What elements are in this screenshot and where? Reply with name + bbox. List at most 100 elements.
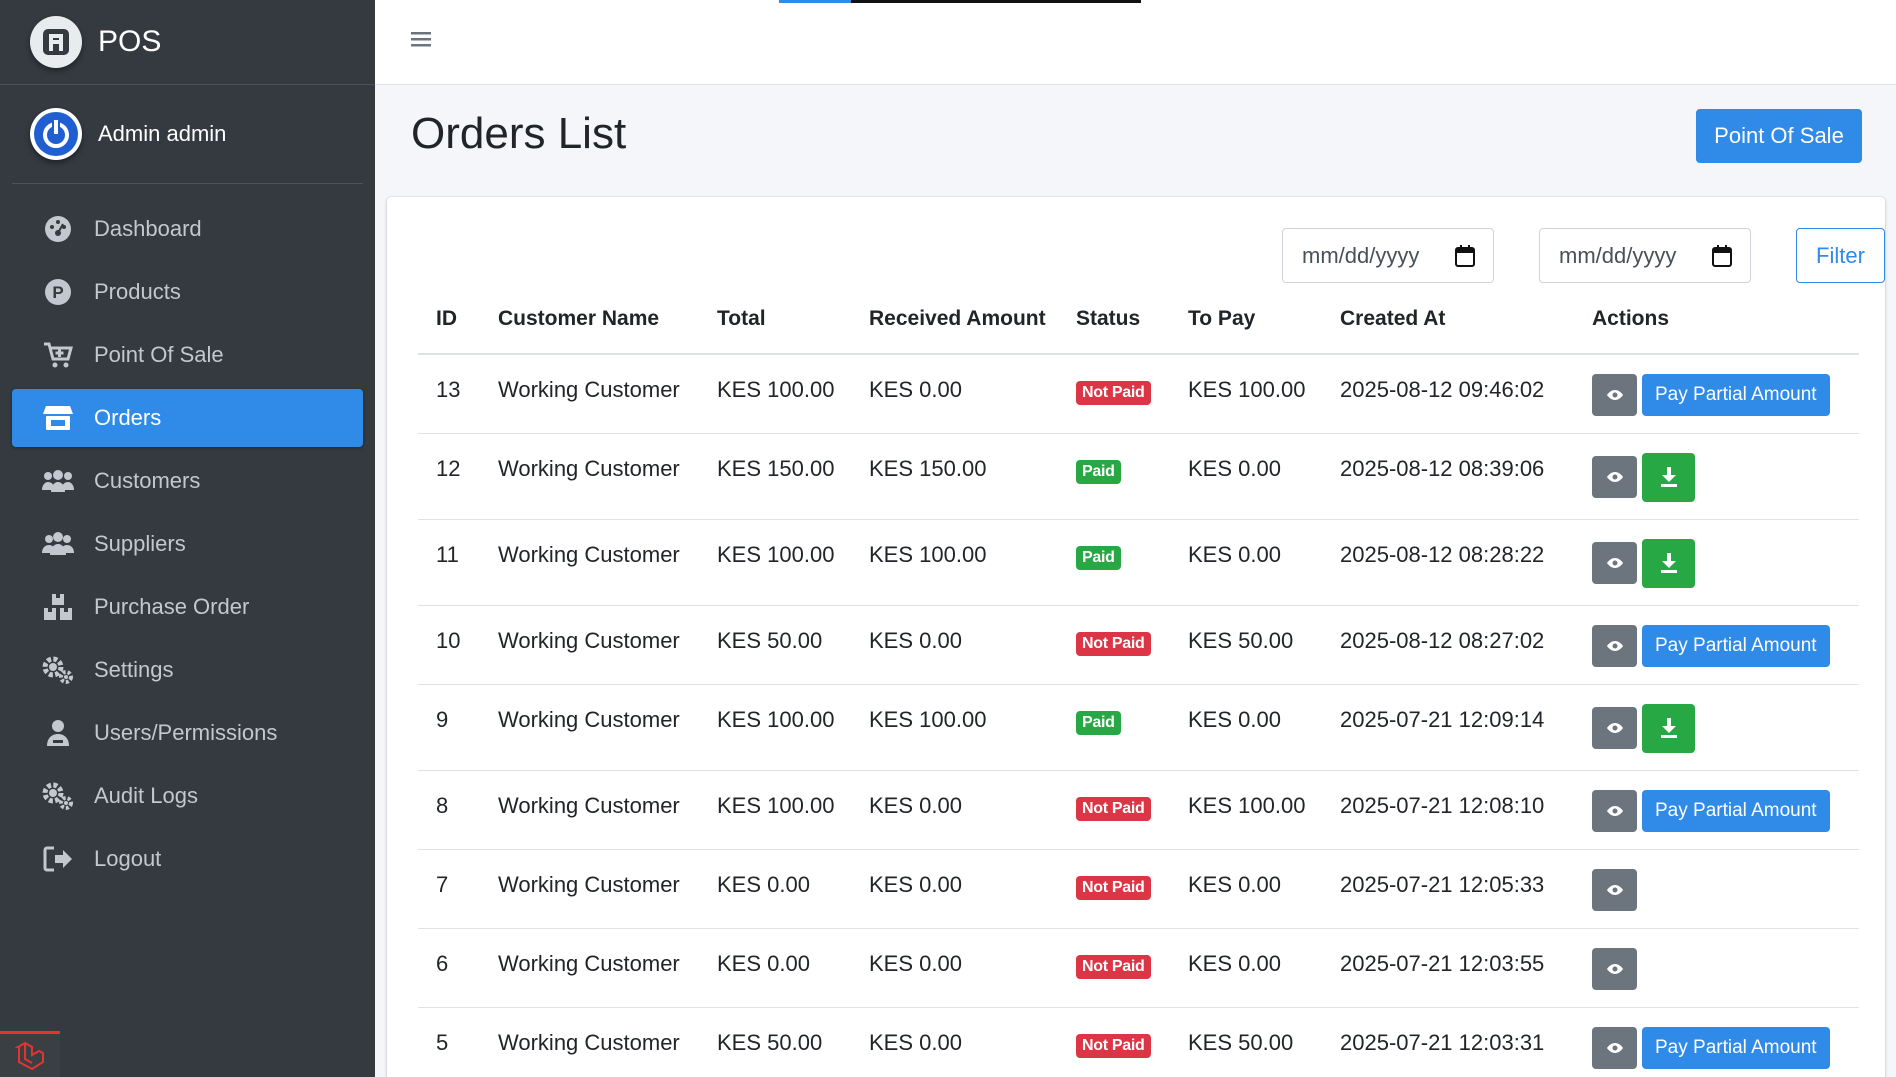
brand-text: POS	[98, 25, 162, 58]
sidebar-item-orders[interactable]: Orders	[12, 389, 363, 447]
row-actions	[1592, 703, 1859, 753]
point-of-sale-button[interactable]: Point Of Sale	[1696, 109, 1862, 163]
cell-received-amount: KES 100.00	[851, 684, 1058, 771]
calendar-icon[interactable]	[1455, 245, 1475, 273]
table-row: 8 Working Customer KES 100.00 KES 0.00 Not P…	[418, 770, 1859, 850]
row-actions	[1592, 868, 1859, 911]
cell-customer-name: Working Customer	[480, 770, 699, 850]
pay-partial-amount-button[interactable]: Pay Partial Amount	[1642, 789, 1830, 832]
cell-to-pay: KES 0.00	[1170, 519, 1322, 606]
sidebar-item-logout[interactable]: Logout	[12, 830, 363, 888]
cell-status: Not Paid	[1058, 849, 1170, 929]
laravel-logo-icon[interactable]	[0, 1031, 60, 1077]
user-panel[interactable]: Admin admin	[12, 85, 363, 184]
cell-id: 7	[418, 849, 480, 929]
pay-partial-amount-button[interactable]: Pay Partial Amount	[1642, 624, 1830, 667]
row-actions	[1592, 947, 1859, 990]
cell-id: 12	[418, 433, 480, 520]
top-navbar	[375, 0, 1896, 85]
sidebar-item-label: Users/Permissions	[94, 720, 278, 745]
sidebar-item-products[interactable]: P Products	[12, 263, 363, 321]
column-header-customer-name: Customer Name	[480, 285, 699, 355]
cell-created-at: 2025-07-21 12:08:10	[1322, 770, 1574, 850]
cell-id: 13	[418, 354, 480, 434]
cell-total: KES 100.00	[699, 770, 851, 850]
menu-toggle-icon[interactable]	[410, 28, 440, 56]
view-order-icon[interactable]	[1592, 456, 1637, 498]
column-header-actions: Actions	[1574, 285, 1859, 355]
table-row: 12 Working Customer KES 150.00 KES 150.00 Pa…	[418, 433, 1859, 520]
row-actions	[1592, 538, 1859, 588]
view-order-icon[interactable]	[1592, 624, 1637, 667]
view-order-icon[interactable]	[1592, 707, 1637, 749]
column-header-status: Status	[1058, 285, 1170, 355]
download-receipt-icon[interactable]	[1642, 452, 1695, 502]
view-order-icon[interactable]	[1592, 789, 1637, 832]
end-date-input[interactable]: mm/dd/yyyy	[1539, 228, 1751, 283]
power-avatar-icon	[30, 108, 82, 160]
download-receipt-icon[interactable]	[1642, 538, 1695, 588]
pay-partial-amount-button[interactable]: Pay Partial Amount	[1642, 1026, 1830, 1069]
cell-actions	[1574, 433, 1859, 520]
pay-partial-amount-button[interactable]: Pay Partial Amount	[1642, 374, 1830, 416]
calendar-icon[interactable]	[1712, 245, 1732, 273]
status-badge: Not Paid	[1076, 796, 1151, 821]
cell-id: 9	[418, 684, 480, 771]
cell-to-pay: KES 100.00	[1170, 354, 1322, 434]
row-actions: Pay Partial Amount	[1592, 374, 1859, 416]
cell-status: Not Paid	[1058, 928, 1170, 1008]
cell-actions: Pay Partial Amount	[1574, 354, 1859, 434]
cell-total: KES 0.00	[699, 849, 851, 929]
sidebar-item-label: Purchase Order	[94, 594, 250, 619]
status-badge: Paid	[1076, 710, 1121, 735]
end-date-placeholder: mm/dd/yyyy	[1559, 242, 1677, 268]
cell-to-pay: KES 50.00	[1170, 1007, 1322, 1077]
cell-created-at: 2025-08-12 08:28:22	[1322, 519, 1574, 606]
sidebar-item-suppliers[interactable]: Suppliers	[12, 515, 363, 573]
cell-to-pay: KES 50.00	[1170, 605, 1322, 685]
status-badge: Not Paid	[1076, 381, 1151, 405]
table-row: 10 Working Customer KES 50.00 KES 0.00 Not P…	[418, 605, 1859, 685]
sidebar-item-settings[interactable]: Settings	[12, 641, 363, 699]
cell-created-at: 2025-08-12 09:46:02	[1322, 354, 1574, 434]
view-order-icon[interactable]	[1592, 542, 1637, 584]
view-order-icon[interactable]	[1592, 868, 1637, 911]
sidebar-item-dashboard[interactable]: Dashboard	[12, 200, 363, 258]
cell-actions: Pay Partial Amount	[1574, 770, 1859, 850]
start-date-input[interactable]: mm/dd/yyyy	[1282, 228, 1494, 283]
cell-to-pay: KES 0.00	[1170, 849, 1322, 929]
cell-received-amount: KES 0.00	[851, 354, 1058, 434]
sidebar-item-point-of-sale[interactable]: Point Of Sale	[12, 326, 363, 384]
cell-total: KES 100.00	[699, 354, 851, 434]
cell-received-amount: KES 0.00	[851, 770, 1058, 850]
cell-received-amount: KES 0.00	[851, 1007, 1058, 1077]
cell-received-amount: KES 0.00	[851, 605, 1058, 685]
svg-text:P: P	[52, 283, 63, 302]
cart-icon	[42, 339, 74, 371]
orders-table-body: 13 Working Customer KES 100.00 KES 0.00 Not …	[418, 354, 1859, 1077]
sidebar-nav: Dashboard P Products Point Of Sale Order…	[0, 184, 375, 888]
view-order-icon[interactable]	[1592, 947, 1637, 990]
cell-total: KES 0.00	[699, 928, 851, 1008]
sidebar-item-customers[interactable]: Customers	[12, 452, 363, 510]
filter-button[interactable]: Filter	[1796, 228, 1885, 283]
sidebar-item-users-permissions[interactable]: Users/Permissions	[12, 704, 363, 762]
cell-created-at: 2025-07-21 12:05:33	[1322, 849, 1574, 929]
sidebar-item-audit-logs[interactable]: Audit Logs	[12, 767, 363, 825]
cell-id: 8	[418, 770, 480, 850]
view-order-icon[interactable]	[1592, 1026, 1637, 1069]
cell-to-pay: KES 0.00	[1170, 433, 1322, 520]
view-order-icon[interactable]	[1592, 374, 1637, 416]
status-badge: Not Paid	[1076, 1033, 1151, 1058]
cell-created-at: 2025-08-12 08:27:02	[1322, 605, 1574, 685]
cell-to-pay: KES 0.00	[1170, 684, 1322, 771]
download-receipt-icon[interactable]	[1642, 703, 1695, 753]
cell-status: Paid	[1058, 684, 1170, 771]
cell-customer-name: Working Customer	[480, 519, 699, 606]
user-name: Admin admin	[98, 121, 227, 146]
column-header-total: Total	[699, 285, 851, 355]
sidebar-item-purchase-order[interactable]: Purchase Order	[12, 578, 363, 636]
brand-link[interactable]: POS	[0, 0, 375, 85]
cell-actions	[1574, 684, 1859, 771]
cell-status: Not Paid	[1058, 605, 1170, 685]
